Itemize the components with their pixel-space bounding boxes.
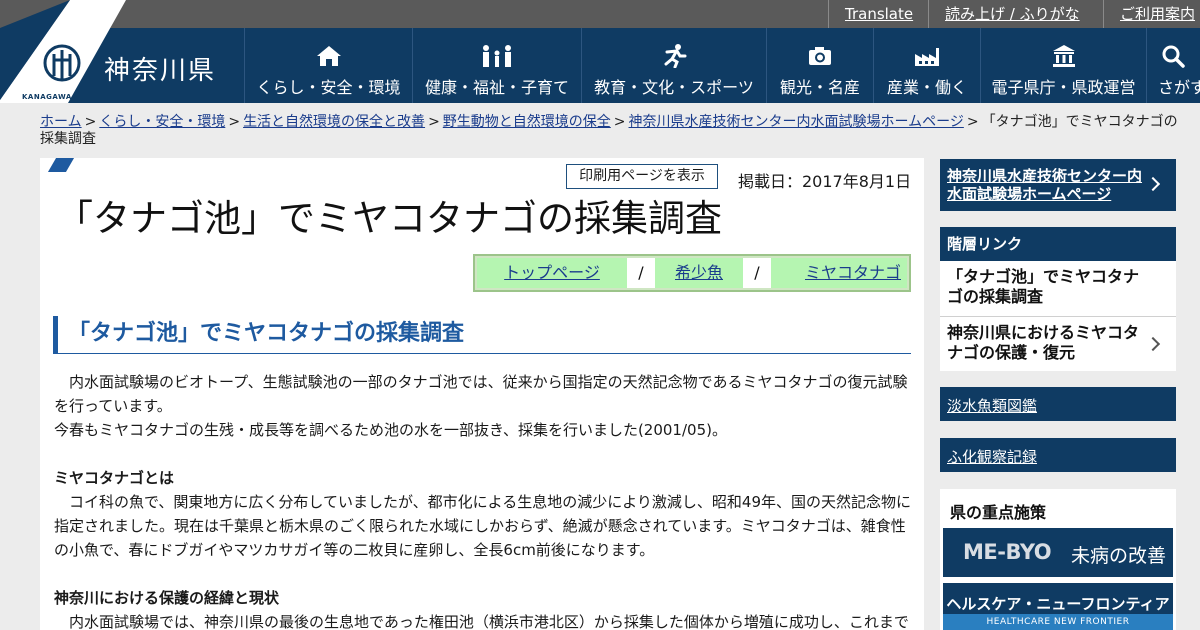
breadcrumb-link-wildlife[interactable]: 野生動物と自然環境の保全: [443, 114, 611, 130]
family-icon: [483, 45, 511, 67]
nav-label: 電子県庁・県政運営: [991, 78, 1136, 97]
guide-link[interactable]: ご利用案内: [1103, 0, 1200, 28]
nav-label: 観光・名産: [779, 78, 860, 97]
read-aloud-link[interactable]: 読み上げ / ふりがな: [928, 0, 1103, 28]
sidebar-link-hatching-record[interactable]: ふ化観察記録: [940, 438, 1176, 472]
breadcrumb-separator: >: [966, 114, 979, 130]
tag-divider: /: [743, 258, 771, 288]
nav-item-search[interactable]: さがす: [1146, 28, 1200, 103]
subheading: ミヤコタナゴとは: [54, 469, 175, 487]
paragraph: コイ科の魚で、関東地方に広く分布していましたが、都市化による生息地の減少により激…: [54, 493, 911, 559]
breadcrumb-link-environment[interactable]: 生活と自然環境の保全と改善: [243, 114, 425, 130]
factory-icon: [915, 48, 939, 66]
site-name: 神奈川県: [104, 56, 217, 86]
hierarchy-item-current: 「タナゴ池」でミヤコタナゴの採集調査: [940, 261, 1176, 317]
breadcrumb-link-research-center[interactable]: 神奈川県水産技術センター内水面試験場ホームページ: [629, 114, 964, 130]
government-building-icon: [1052, 45, 1075, 67]
nav-label: くらし・安全・環境: [256, 78, 401, 97]
translate-link[interactable]: Translate: [828, 0, 928, 28]
chevron-right-icon: [1145, 176, 1161, 192]
section-heading: 「タナゴ池」でミヤコタナゴの採集調査: [53, 316, 911, 354]
breadcrumb-link-home[interactable]: ホーム: [40, 114, 82, 130]
tag-navigation: トップページ / 希少魚 / ミヤコタナゴ: [473, 254, 911, 292]
banner-jp-text: ヘルスケア・ニューフロンティア: [946, 595, 1170, 613]
logo-caption: KANAGAWA: [22, 93, 72, 101]
tag-divider: /: [627, 258, 655, 288]
nav-item-government[interactable]: 電子県庁・県政運営: [980, 28, 1146, 103]
nav-label: さがす: [1158, 78, 1200, 97]
banner-jp-text: 未病の改善: [1071, 545, 1167, 567]
nav-item-tourism[interactable]: 観光・名産: [766, 28, 873, 103]
site-logo-link[interactable]: KANAGAWA 神奈川県: [0, 0, 244, 103]
search-icon: [1162, 45, 1185, 68]
nav-label: 健康・福祉・子育て: [424, 78, 569, 97]
sidebar-home-link-text[interactable]: 神奈川県水産技術センター内水面試験場ホームページ: [947, 167, 1147, 203]
nav-item-industry[interactable]: 産業・働く: [873, 28, 980, 103]
chevron-right-icon: [1145, 336, 1161, 352]
camera-icon: [809, 47, 831, 65]
print-page-button[interactable]: 印刷用ページを表示: [566, 164, 718, 189]
healthcare-frontier-banner[interactable]: ヘルスケア・ニューフロンティア HEALTHCARE NEW FRONTIER: [943, 583, 1173, 630]
title-accent-mark: [47, 158, 75, 172]
paragraph: 内水面試験場のビオトープ、生態試験池の一部のタナゴ池では、従来から国指定の天然記…: [54, 373, 908, 415]
hierarchy-title: 階層リンク: [940, 227, 1176, 261]
published-date: 掲載日：2017年8月1日: [738, 172, 912, 191]
policy-title: 県の重点施策: [950, 503, 1047, 522]
hatching-record-link[interactable]: ふ化観察記録: [947, 446, 1037, 467]
house-icon: [316, 46, 341, 66]
subheading: 神奈川における保護の経緯と現状: [54, 589, 280, 607]
breadcrumb-link-living[interactable]: くらし・安全・環境: [99, 114, 225, 130]
sidebar-hierarchy: 階層リンク 「タナゴ池」でミヤコタナゴの採集調査 神奈川県におけるミヤコタナゴの…: [940, 227, 1176, 371]
nav-label: 教育・文化・スポーツ: [594, 78, 754, 97]
page-title: 「タナゴ池」でミヤコタナゴの採集調査: [56, 197, 722, 240]
paragraph: 今春もミヤコタナゴの生残・成長等を調べるため池の水を一部抜き、採集を行いました(…: [54, 421, 727, 439]
breadcrumb-separator: >: [228, 114, 241, 130]
breadcrumb-separator: >: [428, 114, 440, 130]
hierarchy-item-label: 神奈川県におけるミヤコタナゴの保護・復元: [947, 323, 1140, 362]
mebyo-banner[interactable]: ME-BYO 未病の改善: [943, 528, 1173, 577]
tag-link-miyakotanago[interactable]: ミヤコタナゴ: [771, 258, 907, 288]
tag-link-top-page[interactable]: トップページ: [477, 258, 627, 288]
banner-en-text: HEALTHCARE NEW FRONTIER: [943, 614, 1173, 630]
article-body: 内水面試験場のビオトープ、生態試験池の一部のタナゴ池では、従来から国指定の天然記…: [54, 370, 912, 630]
banner-en-text: ME-BYO: [963, 540, 1052, 564]
paragraph: 内水面試験場では、神奈川県の最後の生息地であった権田池（横浜市港北区）から採集し…: [54, 613, 909, 630]
sidebar-link-fish-guide[interactable]: 淡水魚類図鑑: [940, 387, 1176, 421]
breadcrumb: ホーム > くらし・安全・環境 > 生活と自然環境の保全と改善 > 野生動物と自然環境の保全…: [40, 114, 1180, 148]
hierarchy-item-label: 「タナゴ池」でミヤコタナゴの採集調査: [947, 267, 1140, 306]
breadcrumb-separator: >: [84, 114, 97, 130]
hierarchy-item-protection[interactable]: 神奈川県におけるミヤコタナゴの保護・復元: [940, 317, 1176, 371]
nav-item-education[interactable]: 教育・文化・スポーツ: [581, 28, 766, 103]
sidebar-home-link[interactable]: 神奈川県水産技術センター内水面試験場ホームページ: [940, 159, 1176, 211]
breadcrumb-separator: >: [613, 114, 626, 130]
nav-label: 産業・働く: [886, 78, 967, 97]
tag-link-rare-fish[interactable]: 希少魚: [655, 258, 743, 288]
nav-item-health[interactable]: 健康・福祉・子育て: [412, 28, 581, 103]
nav-item-living[interactable]: くらし・安全・環境: [244, 28, 412, 103]
fish-guide-link[interactable]: 淡水魚類図鑑: [947, 395, 1037, 416]
runner-icon: [664, 44, 687, 68]
main-content: 印刷用ページを表示 掲載日：2017年8月1日 「タナゴ池」でミヤコタナゴの採集…: [40, 158, 924, 630]
